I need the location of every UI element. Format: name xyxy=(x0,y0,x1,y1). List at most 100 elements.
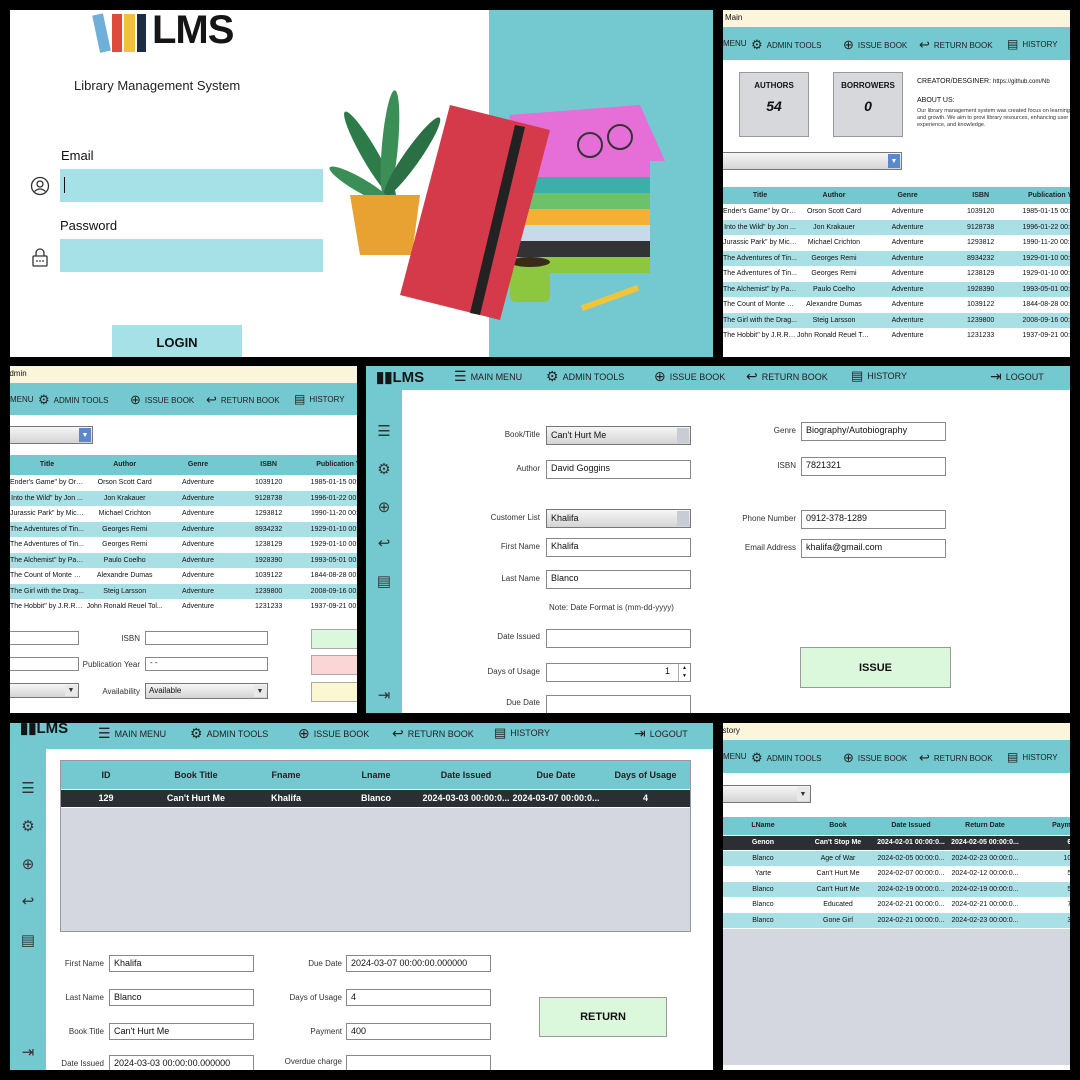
table-row[interactable]: The Adventures of Tin... Georges Remi Adve… xyxy=(10,537,357,553)
phone-field[interactable]: 0912-378-1289 xyxy=(801,510,946,529)
nav-return-book[interactable]: ↩ RETURN BOOK xyxy=(746,368,828,385)
table-row[interactable]: Ender's Game" by Ors... Orson Scott Card A… xyxy=(723,204,1070,220)
nav-return-book[interactable]: ↩ RETURN BOOK xyxy=(392,725,474,742)
col-date-issued[interactable]: Date Issued xyxy=(873,817,949,836)
issue-button[interactable]: ISSUE xyxy=(800,647,951,688)
nav-admin-tools[interactable]: ⚙ ADMIN TOOLS xyxy=(546,368,624,385)
return-arrow-icon[interactable]: ↩ xyxy=(18,892,38,910)
table-row[interactable]: Blanco Educated 2024-02-21 00:00:0... 2024-… xyxy=(723,897,1070,913)
table-row[interactable]: The Hobbit" by J.R.R. ... John Ronald Reu… xyxy=(10,599,357,615)
table-row[interactable]: The Girl with the Drag... Steig Larsson Ad… xyxy=(723,312,1070,329)
logout-icon[interactable]: ⇥ xyxy=(18,1043,38,1061)
genre-dropdown[interactable]: ▼ xyxy=(10,683,79,698)
table-row[interactable]: The Adventures of Tin... Georges Remi Adve… xyxy=(10,521,357,538)
col-payment[interactable]: Paymen xyxy=(1021,817,1070,836)
table-row[interactable]: The Adventures of Tin... Georges Remi Adve… xyxy=(723,250,1070,267)
table-row[interactable]: The Count of Monte C... Alexandre Dumas Ad… xyxy=(723,297,1070,313)
nav-menu[interactable]: MENU xyxy=(10,395,34,404)
table-row[interactable]: 129 Can't Hurt Me Khalifa Blanco 2024-03… xyxy=(61,789,690,808)
nav-admin-tools[interactable]: ⚙ ADMIN TOOLS xyxy=(38,392,108,408)
title-input[interactable] xyxy=(10,631,79,645)
gear-icon[interactable]: ⚙ xyxy=(18,817,38,835)
col-lname[interactable]: LName xyxy=(723,817,803,836)
nav-main-menu[interactable]: ☰ MAIN MENU xyxy=(454,368,522,385)
stepper-arrows[interactable]: ▲ ▼ xyxy=(678,664,690,681)
filter-dropdown[interactable]: ▼ xyxy=(10,426,93,444)
table-row[interactable]: The Adventures of Tin... Georges Remi Adve… xyxy=(723,266,1070,282)
table-row[interactable]: The Alchemist" by Paul... Paulo Coelho Adv… xyxy=(723,281,1070,298)
col-author[interactable]: Author xyxy=(84,455,166,476)
author-field[interactable]: David Goggins xyxy=(546,460,691,479)
col-due-date[interactable]: Due Date xyxy=(511,761,601,790)
nav-menu[interactable]: MENU xyxy=(723,39,747,48)
nav-history[interactable]: ▤ HISTORY xyxy=(1007,750,1058,764)
nav-history[interactable]: ▤ HISTORY xyxy=(851,368,907,384)
table-row[interactable]: Blanco Age of War 2024-02-05 00:00:0... 202… xyxy=(723,850,1070,867)
genre-field[interactable]: Biography/Autobiography xyxy=(801,422,946,441)
table-row[interactable]: Blanco Can't Hurt Me 2024-02-19 00:00:0...… xyxy=(723,881,1070,898)
col-book-title[interactable]: Book Title xyxy=(151,761,241,790)
col-fname[interactable]: Fname xyxy=(241,761,331,790)
gear-icon[interactable]: ⚙ xyxy=(374,460,394,478)
col-genre[interactable]: Genre xyxy=(871,187,945,205)
overdue-field[interactable] xyxy=(346,1055,491,1070)
author-input[interactable] xyxy=(10,657,79,671)
add-button[interactable] xyxy=(311,629,357,649)
nav-admin-tools[interactable]: ⚙ ADMIN TOOLS xyxy=(751,37,821,53)
nav-return-book[interactable]: ↩ RETURN BOOK xyxy=(919,750,993,766)
col-title[interactable]: Title xyxy=(723,187,797,205)
date-issued-field[interactable] xyxy=(546,629,691,648)
col-title[interactable]: Title xyxy=(10,455,84,476)
table-row[interactable]: The Girl with the Drag... Steig Larsson Ad… xyxy=(10,583,357,600)
date-issued-field[interactable]: 2024-03-03 00:00:00.000000 xyxy=(109,1055,254,1070)
delete-button[interactable] xyxy=(311,655,357,675)
table-row[interactable]: Jurassic Park" by Mich... Michael Crichto… xyxy=(723,235,1070,251)
nav-logout[interactable]: ⇥ LOGOUT xyxy=(990,368,1044,385)
table-row[interactable]: Into the Wild" by Jon ... Jon Krakauer Adv… xyxy=(10,490,357,507)
email-input[interactable] xyxy=(60,169,323,202)
history-icon[interactable]: ▤ xyxy=(374,572,394,590)
menu-icon[interactable]: ☰ xyxy=(374,422,394,440)
col-return-date[interactable]: Return Date xyxy=(949,817,1021,836)
book-title-field[interactable]: Can't Hurt Me xyxy=(109,1023,254,1040)
update-button[interactable] xyxy=(311,682,357,702)
filter-dropdown[interactable]: ▼ xyxy=(723,785,811,803)
availability-dropdown[interactable]: Available ▼ xyxy=(145,683,268,699)
last-name-field[interactable]: Blanco xyxy=(109,989,254,1006)
days-stepper[interactable]: 1 ▲ ▼ xyxy=(546,663,691,682)
nav-issue-book[interactable]: ⊕ ISSUE BOOK xyxy=(843,750,907,766)
nav-menu[interactable]: MENU xyxy=(723,752,747,761)
col-isbn[interactable]: ISBN xyxy=(230,455,307,476)
table-row[interactable]: Blanco Gone Girl 2024-02-21 00:00:0... 2024… xyxy=(723,912,1070,929)
payment-field[interactable]: 400 xyxy=(346,1023,491,1040)
first-name-field[interactable]: Khalifa xyxy=(546,538,691,557)
due-date-field[interactable]: 2024-03-07 00:00:00.000000 xyxy=(346,955,491,972)
col-isbn[interactable]: ISBN xyxy=(944,187,1018,205)
col-pubyear[interactable]: Publication Y xyxy=(1017,187,1070,205)
table-row[interactable]: The Hobbit" by J.R.R. ... John Ronald Reu… xyxy=(723,328,1070,344)
nav-logout[interactable]: ⇥ LOGOUT xyxy=(634,725,688,742)
col-genre[interactable]: Genre xyxy=(165,455,231,476)
isbn-field[interactable]: 7821321 xyxy=(801,457,946,476)
logout-icon[interactable]: ⇥ xyxy=(374,686,394,704)
col-author[interactable]: Author xyxy=(797,187,871,205)
customer-dropdown[interactable]: Khalifa xyxy=(546,509,691,528)
due-date-field[interactable] xyxy=(546,695,691,713)
nav-history[interactable]: ▤ HISTORY xyxy=(294,392,345,406)
nav-issue-book[interactable]: ⊕ ISSUE BOOK xyxy=(130,392,194,408)
nav-admin-tools[interactable]: ⚙ ADMIN TOOLS xyxy=(190,725,268,742)
days-field[interactable]: 4 xyxy=(346,989,491,1006)
table-row[interactable]: Yarte Can't Hurt Me 2024-02-07 00:00:0... 2… xyxy=(723,866,1070,882)
table-row[interactable]: Ender's Game" by Ors... Orson Scott Card A… xyxy=(10,475,357,491)
table-row[interactable]: The Count of Monte C... Alexandre Dumas Ad… xyxy=(10,568,357,584)
col-date-issued[interactable]: Date Issued xyxy=(421,761,511,790)
nav-history[interactable]: ▤ HISTORY xyxy=(494,725,550,741)
plus-circle-icon[interactable]: ⊕ xyxy=(374,498,394,516)
menu-icon[interactable]: ☰ xyxy=(18,779,38,797)
col-book[interactable]: Book xyxy=(803,817,873,836)
nav-issue-book[interactable]: ⊕ ISSUE BOOK xyxy=(654,368,725,385)
pubyear-input[interactable]: - - xyxy=(145,657,268,671)
creator-link[interactable]: https://github.com/Nb xyxy=(993,79,1050,85)
nav-return-book[interactable]: ↩ RETURN BOOK xyxy=(919,37,993,53)
col-pubyear[interactable]: Publication Y xyxy=(306,455,357,476)
